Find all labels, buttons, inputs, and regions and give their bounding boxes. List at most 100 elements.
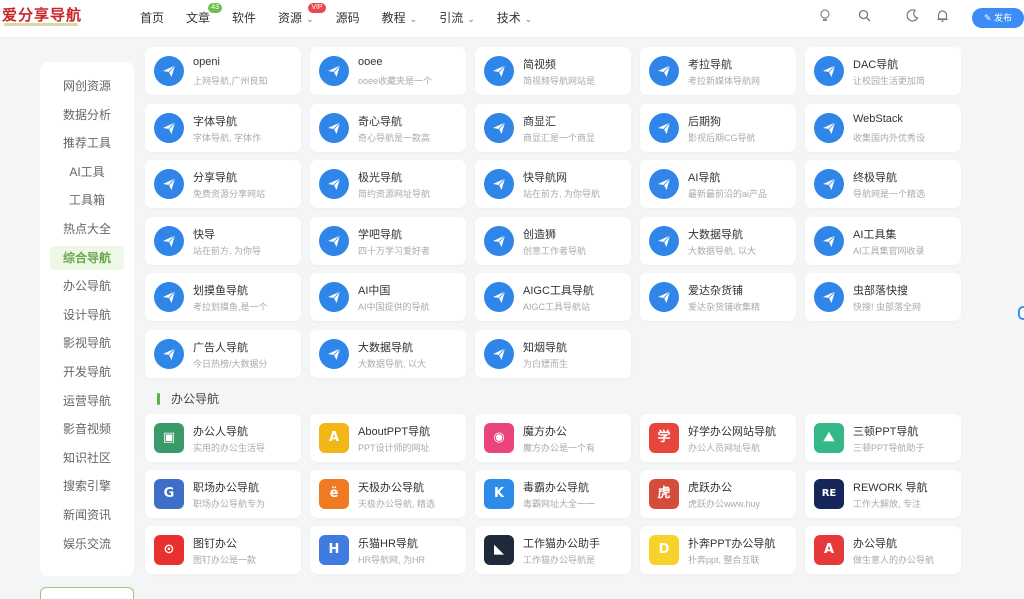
site-card[interactable]: DAC导航 让校园生活更加简 [805, 47, 961, 95]
site-card-desc: 奇心导航是一款高 [358, 132, 431, 143]
sidebar-item[interactable]: 数据分析 [50, 103, 124, 127]
site-card[interactable]: G 职场办公导航 职场办公导航专为 [145, 470, 301, 518]
site-card[interactable]: AI导航 最新最前沿的ai产品 [640, 160, 796, 208]
site-card[interactable]: 虎虎跃办公 虎跃办公www.huy [640, 470, 796, 518]
nav-item[interactable]: 软件 [232, 9, 256, 26]
sidebar-item[interactable]: 综合导航 [50, 245, 124, 270]
moon-icon[interactable] [905, 9, 919, 23]
side-float-handle[interactable] [1018, 306, 1024, 320]
site-card[interactable]: 快导 站在前方, 为你导 [145, 216, 301, 265]
sidebar-item[interactable]: 娱乐交流 [50, 532, 124, 556]
bell-icon[interactable] [935, 9, 949, 23]
sidebar-item[interactable]: 推荐工具 [50, 131, 124, 155]
site-card-desc: 最新最前沿的ai产品 [688, 189, 768, 199]
site-card[interactable]: 奇心导航 奇心导航是一款高 [310, 103, 466, 152]
site-card[interactable]: 爱达杂货铺 爱达杂货铺收集精 [640, 273, 796, 321]
site-card[interactable]: ◉ 魔方办公 魔方办公是一个有 [475, 414, 631, 462]
sidebar-item[interactable]: 办公导航 [50, 274, 124, 298]
site-card[interactable]: 后期狗 影视后期CG导航 [640, 103, 796, 152]
site-card[interactable]: 考拉导航 考拉新媒体导航网 [640, 47, 796, 95]
site-card[interactable]: 知烟导航 为白嫖而生 [475, 329, 631, 378]
navigation-arrow-icon [649, 282, 679, 312]
site-card[interactable]: AI中国 AI中国提供的导航 [310, 273, 466, 321]
nav-item[interactable]: 引流 ⌄ [439, 9, 475, 26]
site-card-desc: 创意工作者导航 [523, 245, 587, 256]
site-card-title: 好学办公网站导航 [688, 426, 776, 438]
site-card[interactable]: RE REWORK 导航 工作大解放, 专注 [805, 470, 961, 518]
search-icon[interactable] [857, 9, 871, 23]
nav-item[interactable]: 资源 ⌄ VIP [278, 3, 326, 26]
site-card[interactable]: ◣ 工作猫办公助手 工作猫办公导航是 [475, 526, 631, 574]
publish-button[interactable]: ✎ 发布 [972, 8, 1024, 28]
site-card[interactable]: AI工具集 AI工具集官网收录 [805, 216, 961, 265]
site-card[interactable]: ▣ 办公人导航 实用的办公生活导 [145, 414, 301, 462]
site-card[interactable]: 虫部落快搜 快搜! 虫部落全网 [805, 273, 961, 321]
nav-item[interactable]: 教程 ⌄ [382, 9, 418, 26]
site-card-desc: 虎跃办公www.huy [688, 499, 761, 509]
site-card[interactable]: 大数据导航 大数据导航, 以大 [640, 216, 796, 265]
sidebar-item[interactable]: 工具箱 [50, 188, 124, 212]
top-header: 爱分享导航 首页 文章 43 软件 资源 ⌄ VIP 源码 教程 ⌄ 引流 ⌄ 技术 ⌄ ✎ 发布 [0, 0, 1024, 38]
site-card[interactable]: 广告人导航 今日热榜/大数据分 [145, 329, 301, 378]
site-card[interactable]: 大数据导航 大数据导航, 以大 [310, 329, 466, 378]
sidebar-item[interactable]: 知识社区 [50, 446, 124, 470]
site-card-desc: 图钉办公是一款 [193, 555, 257, 565]
sidebar-item[interactable]: 新闻资讯 [50, 503, 124, 527]
site-card[interactable]: 创造狮 创意工作者导航 [475, 216, 631, 265]
site-card[interactable]: 快导航网 站在前方, 为你导航 [475, 160, 631, 208]
site-card[interactable]: 终极导航 导航网是一个精选 [805, 160, 961, 208]
navigation-arrow-icon [154, 225, 184, 256]
site-card-desc: AI中国提供的导航 [358, 302, 430, 312]
site-card-title: 学吧导航 [358, 228, 402, 241]
sidebar-item[interactable]: 影音视频 [50, 417, 124, 441]
sidebar-item[interactable]: 热点大全 [50, 217, 124, 241]
site-card[interactable]: ooee ooee收藏夹是一个 [310, 47, 466, 95]
site-card[interactable]: H 乐猫HR导航 HR导航网, 为HR [310, 526, 466, 574]
site-card-title: 扑奔PPT办公导航 [688, 538, 776, 550]
site-card-desc: 工作猫办公导航是 [523, 555, 596, 565]
site-card[interactable]: 划摸鱼导航 考拉划摸鱼,是一个 [145, 273, 301, 321]
site-card[interactable]: A 办公导航 做生意人的办公导航 [805, 526, 961, 574]
site-card[interactable]: 简视频 简视频导航网站是 [475, 47, 631, 95]
navigation-arrow-icon [649, 225, 679, 256]
site-card[interactable]: WebStack 收集国内外优秀设 [805, 103, 961, 152]
site-card[interactable]: openi 上网导航,广州良知 [145, 47, 301, 95]
site-logo[interactable]: 爱分享导航 [2, 4, 82, 25]
sidebar-item[interactable]: 设计导航 [50, 303, 124, 327]
lightbulb-icon[interactable] [818, 9, 832, 23]
site-card[interactable]: K 毒霸办公导航 毒霸网址大全一一 [475, 470, 631, 518]
nav-item[interactable]: 文章 43 [186, 3, 223, 26]
site-card-desc: 站在前方, 为你导 [193, 245, 262, 256]
site-card[interactable]: D 扑奔PPT办公导航 扑奔ppt, 整合互联 [640, 526, 796, 574]
site-card[interactable]: 学好学办公网站导航 办公人员网址导航 [640, 414, 796, 462]
site-card-title: ooee [358, 56, 383, 68]
site-card[interactable]: A AboutPPT导航 PPT设计师的网址 [310, 414, 466, 462]
site-card[interactable]: ⊙ 图钉办公 图钉办公是一款 [145, 526, 301, 574]
navigation-arrow-icon [319, 169, 349, 199]
site-card[interactable]: 极光导航 简约资源网址导航 [310, 160, 466, 208]
sidebar-item[interactable]: 影视导航 [50, 331, 124, 355]
site-card[interactable]: 字体导航 字体导航, 字体作 [145, 103, 301, 152]
mofang-logo-icon: ◉ [484, 423, 514, 453]
site-card[interactable]: 分享导航 免费资源分享网站 [145, 160, 301, 208]
category-sidebar: 网创资源数据分析推荐工具 AI工具工具箱热点大全综合导航办公导航设计导航影视导航开… [40, 62, 134, 576]
site-card-desc: 上网导航,广州良知 [193, 76, 268, 86]
nav-item[interactable]: 源码 [336, 9, 360, 26]
nav-item[interactable]: 技术 ⌄ [497, 9, 533, 26]
sidebar-item[interactable]: 运营导航 [50, 389, 124, 413]
site-card[interactable]: ⛰ 三顿PPT导航 三顿PPT导航助于 [805, 414, 961, 462]
site-card-title: 大数据导航 [688, 228, 743, 241]
site-card-desc: 职场办公导航专为 [193, 499, 266, 509]
sidebar-item[interactable]: 搜索引擎 [50, 474, 124, 498]
site-card-title: AI中国 [358, 285, 391, 297]
nav-item[interactable]: 首页 [140, 9, 164, 26]
site-card[interactable]: ё 天极办公导航 天极办公导航, 精选 [310, 470, 466, 518]
site-card[interactable]: 商显汇 商显汇是一个商显 [475, 103, 631, 152]
site-card-desc: PPT设计师的网址 [358, 443, 430, 453]
navigation-arrow-icon [319, 225, 349, 256]
site-card[interactable]: 学吧导航 四十万学习爱好者 [310, 216, 466, 265]
sidebar-item[interactable]: AI工具 [50, 160, 124, 184]
sidebar-item[interactable]: 网创资源 [50, 74, 124, 98]
sidebar-item[interactable]: 开发导航 [50, 360, 124, 384]
site-card[interactable]: AIGC工具导航 AIGC工具导航站 [475, 273, 631, 321]
